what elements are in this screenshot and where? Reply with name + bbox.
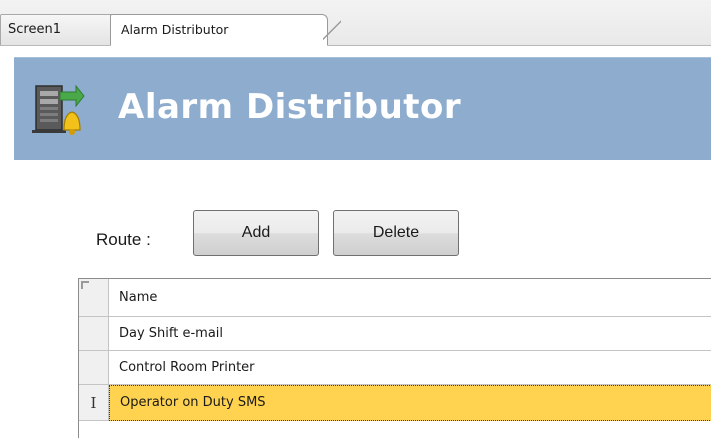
row-header[interactable] (79, 351, 109, 385)
add-route-button[interactable]: Add (193, 210, 319, 256)
delete-route-button[interactable]: Delete (333, 210, 459, 256)
app-window: Screen1 Alarm Distributor Alarm Distribu… (0, 0, 711, 438)
page-title: Alarm Distributor (118, 87, 462, 127)
page-header: Alarm Distributor (14, 57, 711, 160)
table-row-selected[interactable]: Operator on Duty SMS (109, 385, 711, 421)
column-header-name[interactable]: Name (109, 279, 711, 317)
server-alarm-icon (32, 84, 85, 135)
table-row[interactable]: Day Shift e-mail (109, 317, 711, 351)
row-header[interactable] (79, 317, 109, 351)
tab-screen1[interactable]: Screen1 (0, 14, 118, 45)
tab-alarm-distributor[interactable]: Alarm Distributor (110, 14, 341, 46)
route-label: Route : (96, 230, 151, 249)
tab-strip: Screen1 Alarm Distributor (0, 0, 711, 46)
row-header-current[interactable]: I (79, 385, 109, 421)
table-row[interactable]: Control Room Printer (109, 351, 711, 385)
grid-corner[interactable] (79, 279, 109, 317)
routes-grid: Name Day Shift e-mail Control Room Print… (78, 278, 711, 438)
